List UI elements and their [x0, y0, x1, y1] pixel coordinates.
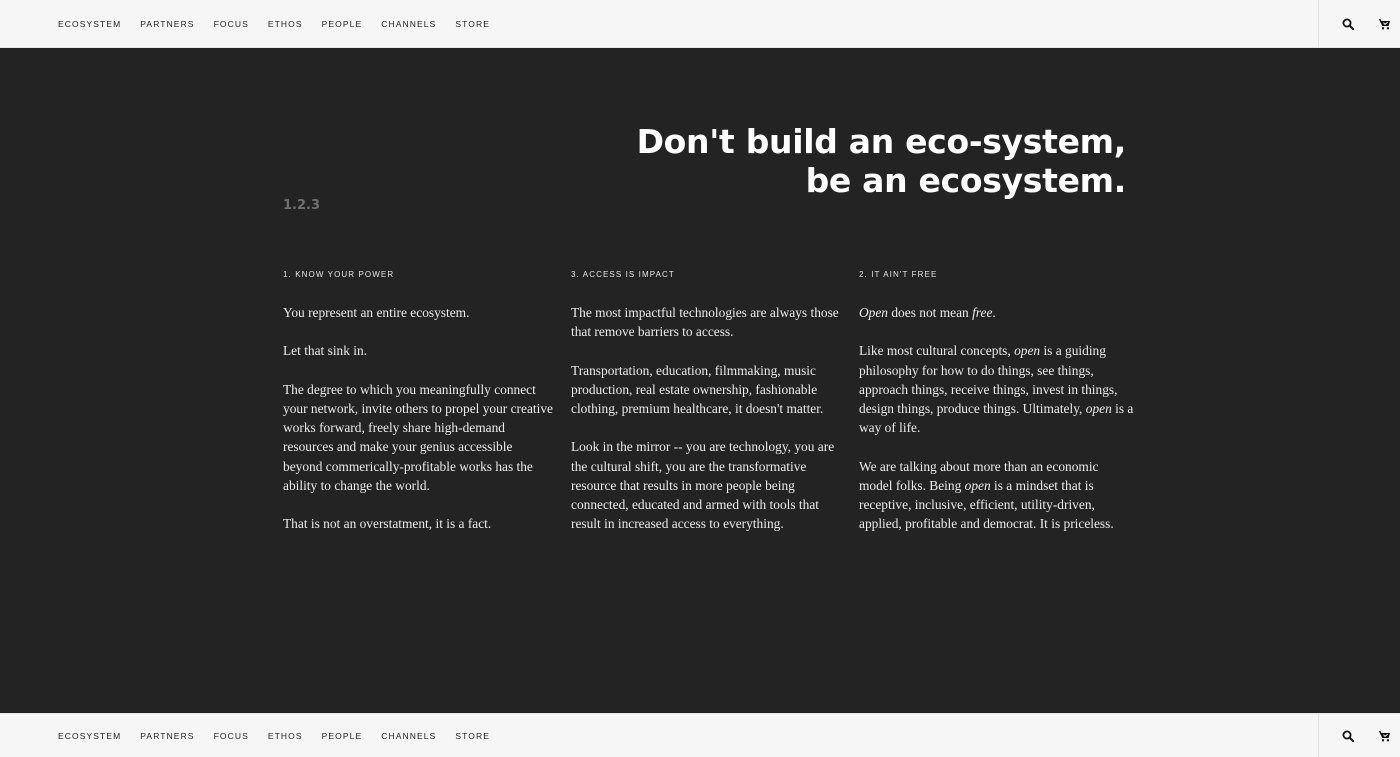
nav-icon-group	[1318, 0, 1400, 47]
emphasis-text: open	[964, 477, 991, 493]
column-paragraph: That is not an overstatment, it is a fac…	[283, 516, 492, 532]
emphasis-text: Open	[859, 305, 889, 320]
nav-icon-group	[1318, 714, 1400, 757]
headline-line-1: Don't build an eco-system,	[636, 122, 1127, 162]
nav-link-focus[interactable]: FOCUS	[214, 731, 249, 741]
column-heading: 1. KNOW YOUR POWER	[283, 270, 395, 279]
search-icon[interactable]	[1341, 17, 1355, 31]
column-it-aint-free: 2. IT AIN'T FREE Open does not mean free…	[859, 270, 1134, 553]
paragraph-text: does not mean	[888, 305, 973, 320]
column-heading: 3. ACCESS IS IMPACT	[571, 270, 675, 279]
headline-line-2: be an ecosystem.	[805, 161, 1127, 201]
column-paragraph: The degree to which you meaningfully con…	[283, 381, 553, 493]
nav-link-channels[interactable]: CHANNELS	[381, 19, 436, 29]
nav-link-partners[interactable]: PARTNERS	[140, 19, 194, 29]
cart-icon[interactable]	[1377, 17, 1391, 31]
nav-link-people[interactable]: PEOPLE	[322, 731, 363, 741]
nav-link-people[interactable]: PEOPLE	[322, 19, 363, 29]
nav-link-ecosystem[interactable]: ECOSYSTEM	[58, 19, 121, 29]
column-paragraph: The most impactful technologies are alwa…	[571, 305, 839, 340]
column-paragraph: You represent an entire ecosystem.	[283, 305, 470, 320]
nav-link-ethos[interactable]: ETHOS	[268, 731, 303, 741]
main-content: Don't build an eco-system, be an ecosyst…	[0, 48, 1400, 713]
nav-link-store[interactable]: STORE	[455, 731, 490, 741]
cart-icon[interactable]	[1377, 729, 1391, 743]
bottom-nav-links: ECOSYSTEM PARTNERS FOCUS ETHOS PEOPLE CH…	[58, 714, 509, 757]
top-nav-links: ECOSYSTEM PARTNERS FOCUS ETHOS PEOPLE CH…	[58, 0, 509, 47]
paragraph-text: Like most cultural concepts,	[859, 343, 1015, 359]
column-paragraph: Let that sink in.	[283, 343, 368, 359]
version-label: 1.2.3	[283, 198, 321, 213]
column-paragraph: We are talking about more than an econom…	[859, 457, 1134, 534]
top-navbar: ECOSYSTEM PARTNERS FOCUS ETHOS PEOPLE CH…	[0, 0, 1400, 48]
nav-link-partners[interactable]: PARTNERS	[140, 731, 194, 741]
emphasis-text: open	[1014, 343, 1041, 359]
emphasis-text: free	[972, 305, 993, 320]
nav-link-ecosystem[interactable]: ECOSYSTEM	[58, 731, 121, 741]
column-access-is-impact: 3. ACCESS IS IMPACT The most impactful t…	[571, 270, 841, 553]
page-headline: Don't build an eco-system, be an ecosyst…	[426, 122, 1127, 201]
bottom-navbar: ECOSYSTEM PARTNERS FOCUS ETHOS PEOPLE CH…	[0, 713, 1400, 757]
nav-link-channels[interactable]: CHANNELS	[381, 731, 436, 741]
column-paragraph: Open does not mean free.	[859, 303, 1134, 322]
column-know-your-power: 1. KNOW YOUR POWER You represent an enti…	[283, 270, 553, 553]
column-paragraph: Like most cultural concepts, open is a g…	[859, 341, 1134, 437]
paragraph-text: .	[992, 305, 996, 320]
nav-link-ethos[interactable]: ETHOS	[268, 19, 303, 29]
column-heading: 2. IT AIN'T FREE	[859, 270, 938, 279]
nav-link-store[interactable]: STORE	[455, 19, 490, 29]
column-paragraph: Look in the mirror -- you are technology…	[571, 439, 835, 532]
column-paragraph: Transportation, education, filmmaking, m…	[571, 362, 824, 416]
emphasis-text: open	[1085, 401, 1112, 416]
search-icon[interactable]	[1341, 729, 1355, 743]
nav-link-focus[interactable]: FOCUS	[214, 19, 249, 29]
